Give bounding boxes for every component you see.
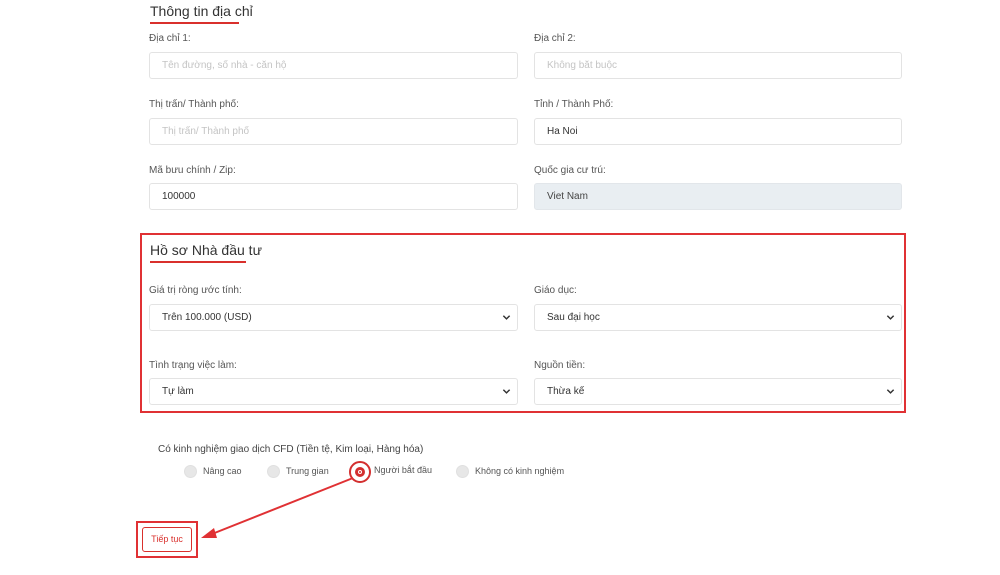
arrow-head <box>201 528 217 538</box>
arrow-icon <box>201 477 354 538</box>
continue-highlight: Tiếp tục <box>136 521 198 558</box>
arrow-line <box>211 477 354 535</box>
continue-button[interactable]: Tiếp tục <box>142 527 192 552</box>
